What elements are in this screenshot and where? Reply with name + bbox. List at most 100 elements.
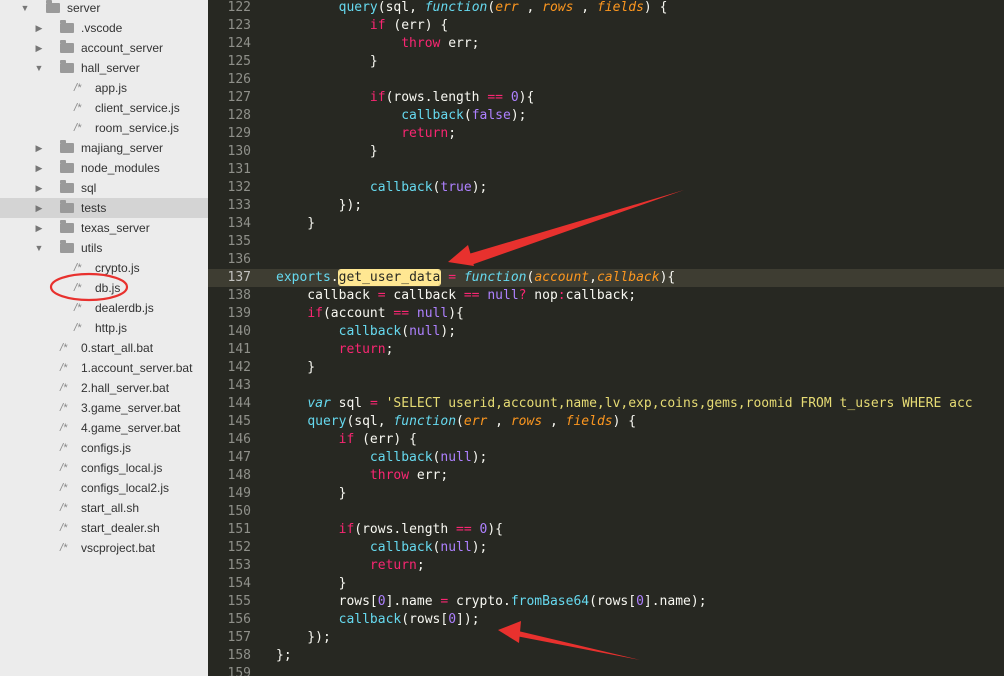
- code-line[interactable]: callback(null);: [276, 539, 487, 557]
- file-crypto-js[interactable]: /* crypto.js: [0, 258, 208, 278]
- file-start-dealer-sh[interactable]: /* start_dealer.sh: [0, 518, 208, 538]
- tree-item-label: http.js: [95, 321, 128, 335]
- code-line[interactable]: }: [276, 575, 347, 593]
- tree-item-label: sql: [81, 181, 97, 195]
- code-line[interactable]: throw err;: [276, 35, 479, 53]
- folder-node-modules[interactable]: ▶ node_modules: [0, 158, 208, 178]
- code-line[interactable]: if(rows.length == 0){: [276, 521, 503, 539]
- token-text: err;: [409, 468, 449, 483]
- code-line[interactable]: rows[0].name = crypto.fromBase64(rows[0]…: [276, 593, 707, 611]
- token-text: callback: [385, 288, 464, 303]
- file-start-all-sh[interactable]: /* start_all.sh: [0, 498, 208, 518]
- folder-utils[interactable]: ▼ utils: [0, 238, 208, 258]
- token-text: (: [487, 0, 496, 15]
- file-app-js[interactable]: /* app.js: [0, 78, 208, 98]
- folder-server[interactable]: ▼ server: [0, 0, 208, 18]
- code-line[interactable]: if (err) {: [276, 17, 448, 35]
- token-kw: if: [307, 306, 323, 321]
- chevron-right-icon[interactable]: ▶: [34, 158, 44, 178]
- code-line[interactable]: exports.get_user_data = function(account…: [276, 269, 675, 287]
- code-line[interactable]: return;: [276, 341, 394, 359]
- code-line[interactable]: callback = callback == null? nop:callbac…: [276, 287, 636, 305]
- file-client-service-js[interactable]: /* client_service.js: [0, 98, 208, 118]
- token-text: ].name);: [643, 594, 707, 609]
- folder-icon: [60, 160, 74, 173]
- file-room-service-js[interactable]: /* room_service.js: [0, 118, 208, 138]
- code-line[interactable]: }: [276, 215, 315, 233]
- tree-item-label: texas_server: [81, 221, 150, 235]
- token-text: ]);: [456, 612, 480, 627]
- folder-account-server[interactable]: ▶ account_server: [0, 38, 208, 58]
- code-line[interactable]: callback(null);: [276, 449, 487, 467]
- file-icon: /*: [60, 522, 68, 534]
- line-number: 125: [227, 54, 251, 69]
- code-line[interactable]: return;: [276, 125, 456, 143]
- chevron-right-icon[interactable]: ▶: [34, 198, 44, 218]
- code-line[interactable]: }: [276, 485, 347, 503]
- code-line[interactable]: query(sql, function(err , rows , fields)…: [276, 0, 668, 17]
- chevron-right-icon[interactable]: ▶: [34, 38, 44, 58]
- code-line[interactable]: };: [276, 647, 292, 665]
- token-kw: throw: [401, 36, 441, 51]
- line-number: 128: [227, 108, 251, 123]
- file-icon: /*: [74, 102, 82, 114]
- token-text: ,: [542, 414, 566, 429]
- file-configs-local-js[interactable]: /* configs_local.js: [0, 458, 208, 478]
- code-line[interactable]: throw err;: [276, 467, 448, 485]
- file-db-js[interactable]: /* db.js: [0, 278, 208, 298]
- token-num: 0: [448, 612, 457, 627]
- line-number: 143: [227, 378, 251, 393]
- chevron-right-icon[interactable]: ▶: [34, 218, 44, 238]
- folder-hall-server[interactable]: ▼ hall_server: [0, 58, 208, 78]
- code-line[interactable]: }: [276, 359, 315, 377]
- chevron-right-icon[interactable]: ▶: [34, 138, 44, 158]
- chevron-right-icon[interactable]: ▶: [34, 178, 44, 198]
- file-vscproject-bat[interactable]: /* vscproject.bat: [0, 538, 208, 558]
- code-line[interactable]: if (err) {: [276, 431, 417, 449]
- code-line[interactable]: callback(null);: [276, 323, 456, 341]
- file-4-game-server-bat[interactable]: /* 4.game_server.bat: [0, 418, 208, 438]
- code-line[interactable]: callback(false);: [276, 107, 526, 125]
- folder-sql[interactable]: ▶ sql: [0, 178, 208, 198]
- code-line[interactable]: });: [276, 197, 362, 215]
- code-line[interactable]: var sql = 'SELECT userid,account,name,lv…: [276, 395, 972, 413]
- chevron-down-icon[interactable]: ▼: [34, 238, 44, 258]
- file-dealerdb-js[interactable]: /* dealerdb.js: [0, 298, 208, 318]
- file-3-game-server-bat[interactable]: /* 3.game_server.bat: [0, 398, 208, 418]
- file-configs-js[interactable]: /* configs.js: [0, 438, 208, 458]
- chevron-down-icon[interactable]: ▼: [20, 0, 30, 18]
- file-http-js[interactable]: /* http.js: [0, 318, 208, 338]
- chevron-right-icon[interactable]: ▶: [34, 18, 44, 38]
- code-line[interactable]: callback(true);: [276, 179, 487, 197]
- folder-texas-server[interactable]: ▶ texas_server: [0, 218, 208, 238]
- folder-icon: [60, 200, 74, 213]
- code-line[interactable]: callback(rows[0]);: [276, 611, 480, 629]
- file-2-hall-server-bat[interactable]: /* 2.hall_server.bat: [0, 378, 208, 398]
- folder-tests[interactable]: ▶ tests: [0, 198, 208, 218]
- file-icon: /*: [60, 442, 68, 454]
- code-line[interactable]: if(account == null){: [276, 305, 464, 323]
- line-number: 149: [227, 486, 251, 501]
- file-0-start-all-bat[interactable]: /* 0.start_all.bat: [0, 338, 208, 358]
- folder--vscode[interactable]: ▶ .vscode: [0, 18, 208, 38]
- token-kw: if: [369, 90, 386, 105]
- folder-majiang-server[interactable]: ▶ majiang_server: [0, 138, 208, 158]
- token-text: (sql,: [346, 414, 394, 429]
- file-1-account-server-bat[interactable]: /* 1.account_server.bat: [0, 358, 208, 378]
- code-line[interactable]: });: [276, 629, 331, 647]
- code-line[interactable]: }: [276, 143, 378, 161]
- line-number: 132: [227, 180, 251, 195]
- line-number-gutter: 122 123 124 125 126 127 128 129 130 131 132 133 134 1…: [208, 0, 260, 676]
- line-number: 154: [227, 576, 251, 591]
- token-text: (: [463, 108, 472, 123]
- chevron-down-icon[interactable]: ▼: [34, 58, 44, 78]
- token-text: sql: [330, 396, 370, 411]
- code-editor[interactable]: 122 123 124 125 126 127 128 129 130 131 132 133 134 1…: [208, 0, 1004, 676]
- code-line[interactable]: return;: [276, 557, 425, 575]
- file-configs-local2-js[interactable]: /* configs_local2.js: [0, 478, 208, 498]
- code-line[interactable]: }: [276, 53, 378, 71]
- code-line[interactable]: query(sql, function(err , rows , fields)…: [276, 413, 636, 431]
- code-line[interactable]: if(rows.length == 0){: [276, 89, 534, 107]
- token-text: );: [471, 450, 488, 465]
